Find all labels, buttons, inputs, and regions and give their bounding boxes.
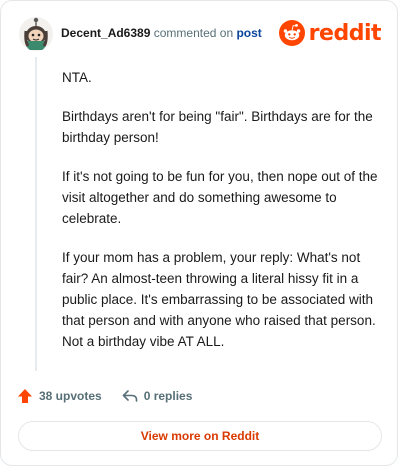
comment-actions: 38 upvotes 0 replies	[17, 385, 192, 407]
reply-arrow-icon	[122, 390, 138, 402]
username-link[interactable]: Decent_Ad6389	[61, 26, 150, 40]
comment-paragraph: If it's not going to be fun for you, the…	[62, 169, 378, 226]
upvote-count: 38 upvotes	[39, 389, 102, 403]
view-more-button[interactable]: View more on Reddit	[18, 421, 382, 451]
thread-line	[35, 57, 37, 371]
comment-paragraph: NTA.	[62, 70, 92, 85]
snoo-avatar-icon[interactable]	[19, 17, 53, 51]
comment-meta: Decent_Ad6389 commented on post	[61, 25, 262, 41]
comment-paragraph: Birthdays aren't for being "fair". Birth…	[62, 109, 373, 145]
post-link[interactable]: post	[236, 26, 261, 40]
comment-paragraph: If your mom has a problem, your reply: W…	[62, 250, 376, 349]
reddit-logo[interactable]: reddit	[278, 19, 382, 47]
comment-header: Decent_Ad6389 commented on post reddit	[17, 15, 382, 55]
replies-button[interactable]: 0 replies	[122, 388, 193, 404]
upvote-arrow-icon	[18, 389, 32, 403]
commented-on-text: commented on	[153, 26, 234, 40]
comment-body: NTA. Birthdays aren't for being "fair". …	[62, 67, 382, 370]
reply-count: 0 replies	[143, 389, 193, 403]
reddit-wordmark: reddit	[308, 20, 382, 46]
comment-card: Decent_Ad6389 commented on post reddit N…	[0, 0, 398, 466]
upvote-button[interactable]: 38 upvotes	[17, 388, 102, 404]
reddit-alien-icon	[278, 20, 305, 46]
